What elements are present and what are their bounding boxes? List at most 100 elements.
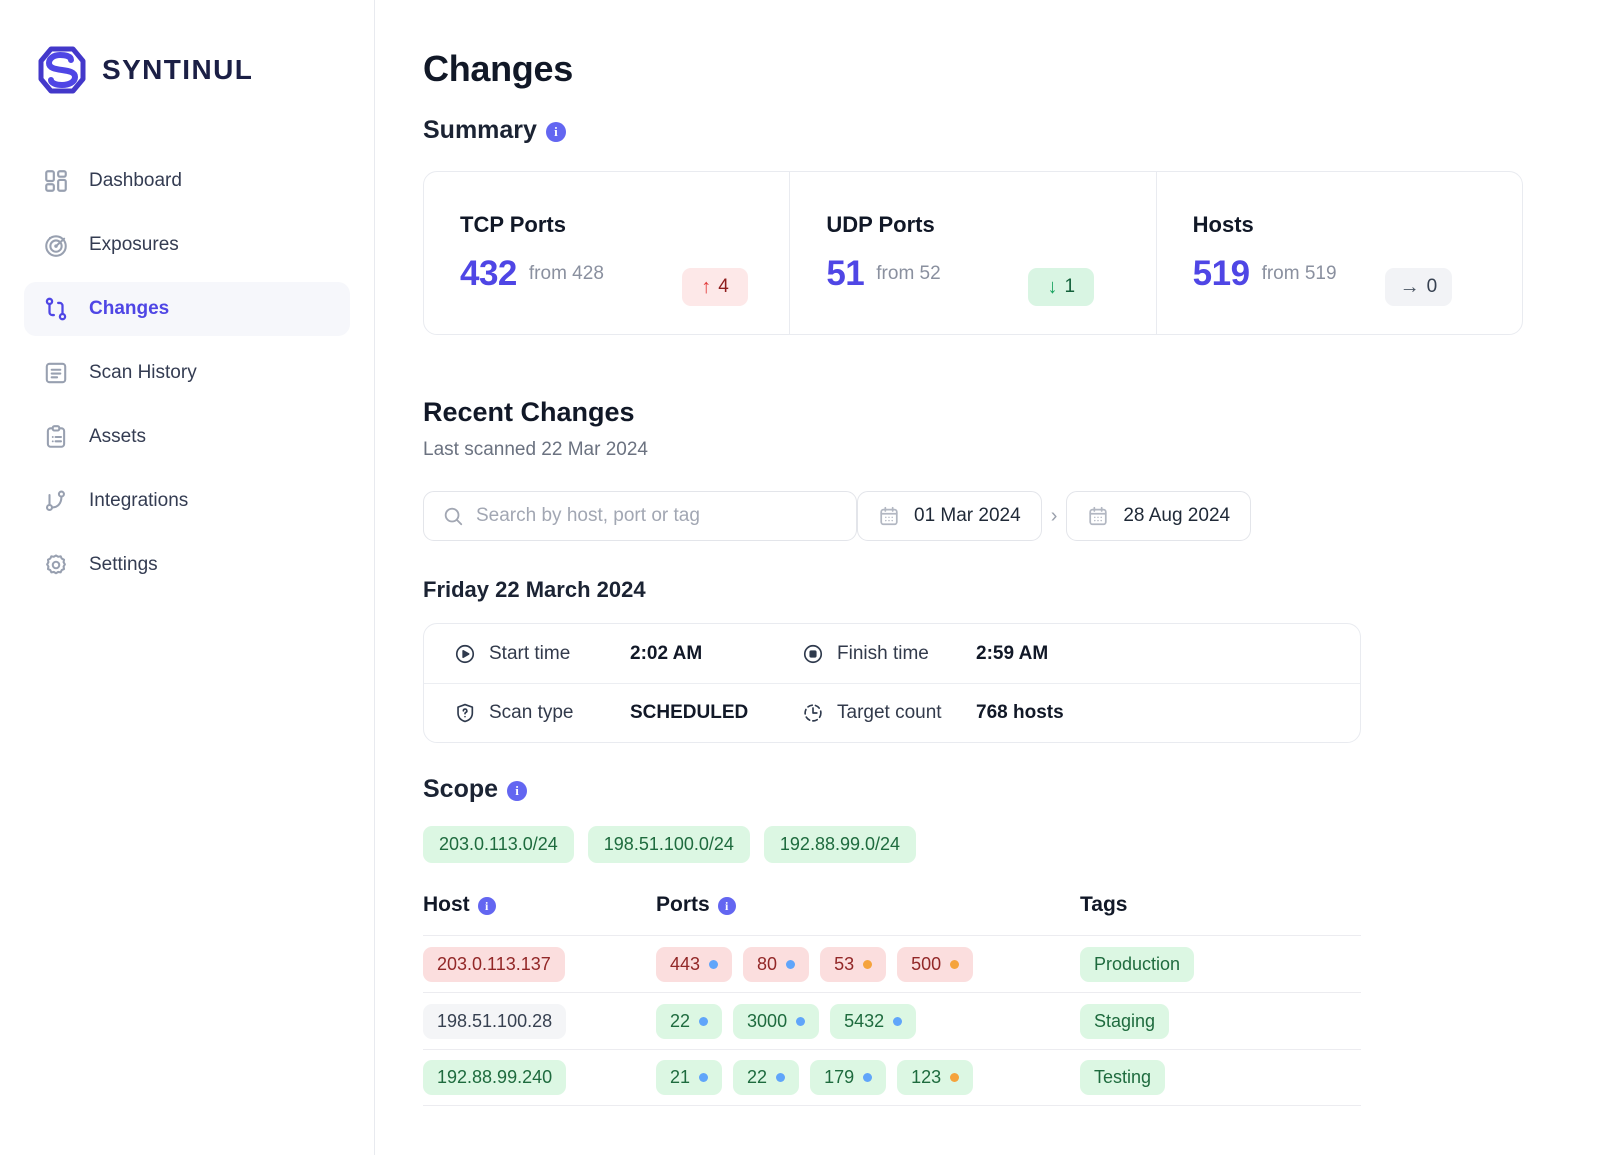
scan-type-value-cell: SCHEDULED (630, 702, 802, 724)
info-icon[interactable]: i (477, 897, 496, 915)
summary-card-title: Hosts (1192, 212, 1254, 237)
summary-card-from: from 52 (876, 263, 941, 284)
sidebar-item-label: Integrations (89, 490, 189, 511)
host-pill[interactable]: 192.88.99.240 (423, 1060, 567, 1095)
port-pill[interactable]: 22 (733, 1060, 800, 1095)
protocol-dot-tcp (786, 959, 796, 969)
scope-heading: Scope i (423, 775, 1606, 804)
row-ports-cell: 21 22 179 123 (656, 1060, 1080, 1095)
tag-pill[interactable]: Production (1080, 946, 1195, 982)
protocol-dot-tcp (893, 1016, 903, 1026)
summary-cards: TCP Ports 432 from 428 ↑ 4 UDP Ports 51 … (423, 171, 1523, 335)
scan-details-row: Scan type SCHEDULED Target count 768 hos… (424, 683, 1360, 742)
port-pill[interactable]: 123 (897, 1060, 974, 1095)
column-header-tags-label: Tags (1080, 893, 1128, 916)
recent-changes-title: Recent Changes (423, 397, 635, 427)
column-header-ports: Ports i (656, 893, 1080, 917)
port-pill[interactable]: 53 (820, 946, 887, 982)
tag-pill[interactable]: Staging (1080, 1003, 1170, 1039)
port-number: 22 (670, 1010, 691, 1031)
scope-chip[interactable]: 203.0.113.0/24 (423, 826, 574, 863)
summary-card-title: UDP Ports (826, 212, 935, 237)
sidebar-item-integrations[interactable]: Integrations (24, 474, 350, 528)
table-header-row: Host i Ports i Tags (423, 893, 1361, 935)
host-pill[interactable]: 198.51.100.28 (423, 1003, 567, 1039)
port-pill[interactable]: 3000 (733, 1003, 820, 1039)
port-pill[interactable]: 80 (743, 946, 810, 982)
search-input[interactable]: Search by host, port or tag (423, 491, 857, 541)
summary-card-from: from 519 (1261, 263, 1337, 284)
port-number: 3000 (747, 1010, 788, 1031)
summary-card-delta-badge: ↓ 1 (1028, 268, 1095, 306)
date-from-picker[interactable]: 01 Mar 2024 (857, 491, 1042, 541)
summary-card-delta-badge: ↑ 4 (682, 268, 748, 306)
start-time-label-cell: Start time (454, 643, 630, 665)
info-icon[interactable]: i (717, 897, 736, 915)
node-link-icon (42, 487, 70, 515)
port-pill[interactable]: 5432 (830, 1003, 917, 1039)
finish-time-value: 2:59 AM (976, 642, 1049, 664)
sidebar-item-dashboard[interactable]: Dashboard (24, 154, 350, 208)
port-pill[interactable]: 500 (897, 946, 974, 982)
port-pill[interactable]: 443 (656, 946, 733, 982)
app-root: SYNTINUL Dashboard Exposures Changes Sca… (0, 0, 1606, 1155)
protocol-dot-tcp (863, 1073, 873, 1082)
summary-card-hosts: Hosts 519 from 519 → 0 (1155, 172, 1522, 334)
table-row[interactable]: 203.0.113.137 443 80 53 500 Production (423, 935, 1361, 992)
summary-card-value: 432 (460, 254, 517, 293)
summary-card-delta-value: 4 (718, 276, 729, 297)
scope-heading-label: Scope (423, 775, 499, 803)
summary-heading: Summary i (423, 116, 1606, 145)
main-content: Changes Summary i TCP Ports 432 from 428… (375, 0, 1606, 1155)
port-number: 80 (757, 953, 778, 974)
tag-pill[interactable]: Testing (1080, 1060, 1166, 1095)
date-from-value: 01 Mar 2024 (914, 505, 1021, 526)
info-icon[interactable]: i (545, 121, 566, 142)
scan-type-value: SCHEDULED (630, 702, 749, 723)
protocol-dot-tcp (776, 1073, 786, 1082)
last-scanned-text: Last scanned 22 Mar 2024 (423, 439, 648, 460)
sidebar: SYNTINUL Dashboard Exposures Changes Sca… (0, 0, 375, 1155)
row-ports-cell: 22 3000 5432 (656, 1003, 1080, 1039)
summary-card-udp-ports: UDP Ports 51 from 52 ↓ 1 (789, 172, 1155, 334)
sidebar-item-label: Dashboard (89, 170, 182, 191)
table-row[interactable]: 192.88.99.240 21 22 179 123 Testing (423, 1049, 1361, 1106)
row-tags-cell: Production (1080, 946, 1361, 982)
start-time-label: Start time (489, 642, 571, 664)
syntinul-logo-icon (36, 44, 88, 96)
port-pill[interactable]: 22 (656, 1003, 723, 1039)
port-pill[interactable]: 179 (810, 1060, 887, 1095)
port-number: 53 (834, 953, 855, 974)
sidebar-nav: Dashboard Exposures Changes Scan History… (0, 154, 374, 592)
target-count-value-cell: 768 hosts (976, 702, 1064, 724)
scope-chip[interactable]: 198.51.100.0/24 (587, 826, 750, 863)
search-icon (442, 505, 464, 527)
protocol-dot-udp (863, 959, 873, 969)
port-number: 500 (911, 953, 942, 974)
host-pill[interactable]: 203.0.113.137 (423, 946, 565, 982)
summary-card-delta-value: 1 (1064, 276, 1076, 297)
protocol-dot-tcp (796, 1016, 806, 1026)
port-number: 123 (911, 1067, 942, 1087)
sidebar-item-exposures[interactable]: Exposures (24, 218, 350, 272)
port-pill[interactable]: 21 (656, 1060, 723, 1095)
protocol-dot-tcp (709, 959, 719, 969)
shield-question-icon (454, 702, 476, 724)
scope-chip[interactable]: 192.88.99.0/24 (763, 826, 917, 863)
sidebar-item-assets[interactable]: Assets (24, 410, 350, 464)
scan-details-row: Start time 2:02 AM Finish time 2:59 AM (424, 624, 1360, 683)
column-header-tags: Tags (1080, 893, 1361, 917)
target-count-label-cell: Target count (802, 702, 976, 724)
date-to-picker[interactable]: 28 Aug 2024 (1066, 491, 1252, 541)
protocol-dot-tcp (699, 1016, 709, 1026)
calendar-icon (1087, 505, 1109, 527)
table-row[interactable]: 198.51.100.28 22 3000 5432 Staging (423, 992, 1361, 1049)
info-icon[interactable]: i (507, 780, 528, 801)
sidebar-item-scan-history[interactable]: Scan History (24, 346, 350, 400)
git-branch-icon (42, 295, 70, 323)
sidebar-item-changes[interactable]: Changes (24, 282, 350, 336)
sidebar-item-settings[interactable]: Settings (24, 538, 350, 592)
port-number: 443 (670, 953, 701, 974)
port-number: 179 (824, 1067, 855, 1087)
brand-name: SYNTINUL (102, 54, 254, 85)
